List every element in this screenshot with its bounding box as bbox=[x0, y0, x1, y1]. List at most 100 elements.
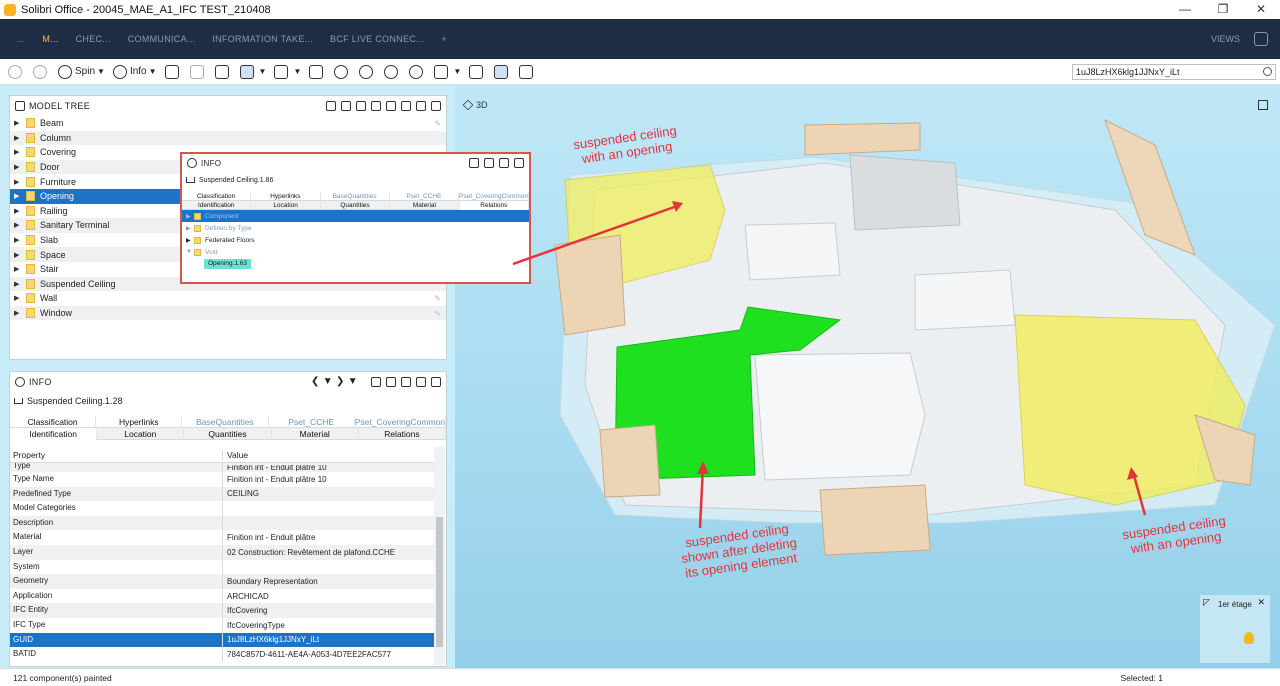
expand-arrow-icon[interactable]: ▶ bbox=[14, 251, 24, 259]
expand-arrow-icon[interactable]: ▶ bbox=[14, 280, 24, 288]
tab-material[interactable]: Material bbox=[271, 428, 359, 440]
expand-arrow-icon[interactable]: ▶ bbox=[14, 221, 24, 229]
tab-hyperlinks[interactable]: Hyperlinks bbox=[251, 192, 321, 201]
maximize-panel-icon[interactable] bbox=[514, 158, 524, 168]
print-icon[interactable] bbox=[386, 377, 396, 387]
expand-arrow-icon[interactable]: ▶ bbox=[186, 237, 194, 244]
tab-basequantities[interactable]: BaseQuantities bbox=[320, 192, 390, 201]
expand-arrow-icon[interactable]: ▶ bbox=[14, 134, 24, 142]
tree-item-column[interactable]: ▶ Column bbox=[10, 130, 446, 146]
list-icon[interactable] bbox=[341, 101, 351, 111]
paint-icon[interactable] bbox=[371, 377, 381, 387]
tab-identification[interactable]: Identification bbox=[182, 201, 252, 210]
tab-relations[interactable]: Relations bbox=[459, 201, 530, 210]
table-row[interactable]: Description bbox=[10, 515, 434, 531]
tab-location[interactable]: Location bbox=[251, 201, 321, 210]
tab-communication[interactable]: COMMUNICA... bbox=[128, 34, 196, 44]
tab-overflow[interactable]: ... bbox=[17, 34, 25, 44]
expand-arrow-icon[interactable]: ▶ bbox=[14, 178, 24, 186]
table-row[interactable]: Type Name Finition int - Enduit plâtre 10 bbox=[10, 472, 434, 487]
hide-button[interactable] bbox=[164, 64, 182, 79]
column-value[interactable]: Value bbox=[223, 450, 248, 460]
collapse-arrow-icon[interactable]: ▼ bbox=[186, 249, 194, 255]
table-row-guid[interactable]: GUID 1uJ8LzHX6klg1JJNxY_iLt bbox=[10, 632, 434, 648]
tab-pset-coveringcommon[interactable]: Pset_CoveringCommon bbox=[459, 192, 530, 201]
floor-map-button[interactable] bbox=[494, 64, 511, 79]
pin-icon[interactable]: ✎ bbox=[434, 309, 441, 318]
table-row[interactable]: Predefined Type CEILING bbox=[10, 486, 434, 502]
add-tab-button[interactable]: + bbox=[441, 34, 447, 44]
tab-pset-coveringcommon[interactable]: Pset_CoveringCommon bbox=[354, 416, 446, 428]
redo-button[interactable] bbox=[33, 64, 50, 79]
expand-arrow-icon[interactable]: ▶ bbox=[14, 294, 24, 302]
relation-component[interactable]: ▶ Component bbox=[182, 210, 529, 222]
hierarchy-icon[interactable] bbox=[326, 101, 336, 111]
search-input[interactable]: 1uJ8LzHX6klg1JJNxY_iLt bbox=[1072, 64, 1276, 80]
table-row[interactable]: Application ARCHICAD bbox=[10, 588, 434, 604]
maximize-viewport-icon[interactable] bbox=[1258, 100, 1268, 110]
info-dropdown[interactable]: Info ▼ bbox=[112, 64, 157, 79]
tab-checking[interactable]: CHEC... bbox=[76, 34, 111, 44]
expand-arrow-icon[interactable]: ▶ bbox=[186, 225, 194, 232]
building-model[interactable] bbox=[455, 85, 1280, 668]
table-row[interactable]: System bbox=[10, 559, 434, 575]
tab-material[interactable]: Material bbox=[390, 201, 460, 210]
pin-icon[interactable]: ✎ bbox=[434, 294, 441, 303]
expand-arrow-icon[interactable]: ▶ bbox=[14, 148, 24, 156]
relation-federated-floors[interactable]: ▶ Federated Floors bbox=[182, 234, 529, 246]
scrollbar-thumb[interactable] bbox=[436, 517, 443, 647]
tab-classification[interactable]: Classification bbox=[10, 416, 97, 428]
zoom-out-button[interactable] bbox=[384, 64, 401, 79]
tree-item-window[interactable]: ▶ Window ✎ bbox=[10, 305, 446, 321]
floor-close-icon[interactable]: ✕ bbox=[1257, 597, 1265, 608]
tab-basequantities[interactable]: BaseQuantities bbox=[182, 416, 269, 428]
3d-viewport[interactable] bbox=[455, 85, 1280, 668]
table-row[interactable]: Layer 02 Construction: Revêtement de plaf… bbox=[10, 544, 434, 560]
table-row[interactable]: Geometry Boundary Representation bbox=[10, 574, 434, 589]
show-button[interactable] bbox=[189, 64, 207, 79]
settings-icon[interactable] bbox=[416, 101, 426, 111]
table-row[interactable]: IFC Type IfcCoveringType bbox=[10, 617, 434, 633]
table-row[interactable]: BATID 784C857D-4611-AE4A-A053-4D7EE2FAC57… bbox=[10, 647, 434, 662]
export-icon[interactable] bbox=[401, 377, 411, 387]
table-row[interactable]: Type Finition int - Enduit plâtre 10 bbox=[10, 463, 434, 472]
paint-dropdown[interactable]: ▼ bbox=[239, 64, 266, 79]
tree-item-wall[interactable]: ▶ Wall ✎ bbox=[10, 291, 446, 306]
table-row[interactable]: IFC Entity IfcCovering bbox=[10, 603, 434, 618]
tab-information-takeoff[interactable]: INFORMATION TAKE... bbox=[212, 34, 313, 44]
tab-identification[interactable]: Identification bbox=[10, 428, 98, 440]
table-row[interactable]: Material Finition int - Enduit plâtre bbox=[10, 530, 434, 545]
tab-bcf-live-connector[interactable]: BCF LIVE CONNEC... bbox=[330, 34, 424, 44]
tab-pset-cche[interactable]: Pset_CCHE bbox=[389, 192, 459, 201]
filter-icon[interactable] bbox=[356, 101, 366, 111]
expand-arrow-icon[interactable]: ▶ bbox=[14, 119, 24, 127]
opening-link[interactable]: Opening.1.63 bbox=[204, 259, 252, 269]
expand-arrow-icon[interactable]: ▶ bbox=[14, 309, 24, 317]
tab-relations[interactable]: Relations bbox=[358, 428, 447, 440]
close-button[interactable]: ✕ bbox=[1242, 0, 1280, 19]
tree-item-beam[interactable]: ▶ Beam ✎ bbox=[10, 116, 446, 131]
zoom-selected-button[interactable] bbox=[409, 64, 426, 79]
tab-quantities[interactable]: Quantities bbox=[184, 428, 272, 440]
expand-arrow-icon[interactable]: ▶ bbox=[14, 163, 24, 171]
print-icon[interactable] bbox=[484, 158, 494, 168]
sort-icon[interactable] bbox=[371, 101, 381, 111]
expand-arrow-icon[interactable]: ▶ bbox=[14, 192, 24, 200]
transparency-dropdown[interactable]: ▼ bbox=[274, 64, 301, 79]
maximize-button[interactable]: ❐ bbox=[1204, 0, 1242, 19]
maximize-panel-icon[interactable] bbox=[431, 101, 441, 111]
section-button[interactable] bbox=[309, 64, 326, 79]
views-label[interactable]: VIEWS bbox=[1211, 34, 1240, 44]
floor-expand-icon[interactable]: ◸ bbox=[1203, 597, 1210, 608]
export-icon[interactable] bbox=[499, 158, 509, 168]
zoom-in-button[interactable] bbox=[359, 64, 376, 79]
relation-void[interactable]: ▼ Void bbox=[182, 246, 529, 258]
info-nav-arrows[interactable]: ❮ ▼ ❯ ▼ bbox=[311, 376, 358, 387]
expand-arrow-icon[interactable]: ▶ bbox=[14, 207, 24, 215]
select-dropdown[interactable]: ▼ bbox=[434, 64, 461, 79]
tab-location[interactable]: Location bbox=[97, 428, 185, 440]
floor-widget[interactable]: ◸ 1er étage ✕ bbox=[1200, 595, 1270, 663]
spin-dropdown[interactable]: Spin ▼ bbox=[58, 64, 105, 79]
paint-icon[interactable] bbox=[469, 158, 479, 168]
isolate-button[interactable] bbox=[214, 64, 232, 79]
